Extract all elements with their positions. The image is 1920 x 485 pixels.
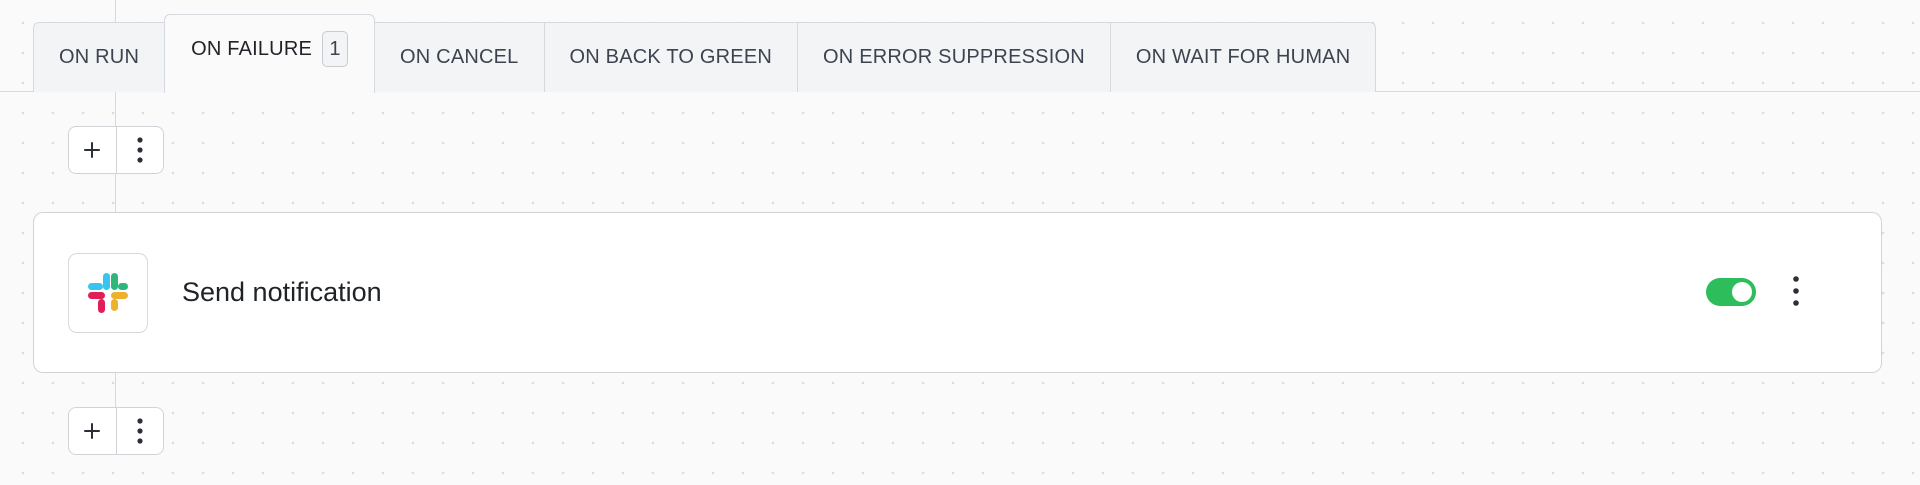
- plus-icon: [84, 142, 101, 158]
- vertical-dots-icon: [137, 418, 143, 444]
- tab-label: ON CANCEL: [400, 46, 519, 68]
- add-step-button[interactable]: [69, 127, 116, 173]
- tab-on-run[interactable]: ON RUN: [33, 22, 165, 92]
- enabled-toggle[interactable]: [1706, 278, 1756, 306]
- step-card[interactable]: Send notification: [33, 212, 1882, 373]
- tab-on-back-to-green[interactable]: ON BACK TO GREEN: [543, 22, 798, 92]
- slack-logo-icon: [88, 273, 128, 313]
- tab-label: ON ERROR SUPPRESSION: [823, 46, 1085, 68]
- add-step-button[interactable]: [69, 408, 116, 454]
- tab-on-cancel[interactable]: ON CANCEL: [375, 22, 544, 92]
- add-step-controls-top: [68, 126, 164, 174]
- add-step-controls-bottom: [68, 407, 164, 455]
- tab-label: ON WAIT FOR HUMAN: [1135, 46, 1351, 68]
- more-options-button[interactable]: [115, 408, 164, 454]
- step-title: Send notification: [182, 277, 382, 307]
- vertical-dots-icon: [1793, 276, 1799, 306]
- step-menu-button[interactable]: [1785, 271, 1807, 311]
- vertical-dots-icon: [137, 137, 143, 163]
- tab-on-error-suppression[interactable]: ON ERROR SUPPRESSION: [797, 22, 1110, 92]
- tab-label: ON BACK TO GREEN: [569, 46, 773, 68]
- integration-logo: [68, 253, 148, 333]
- tab-bar: ON RUN ON FAILURE 1 ON CANCEL ON BACK TO…: [33, 14, 1377, 93]
- more-options-button[interactable]: [115, 127, 164, 173]
- tab-label: ON RUN: [59, 46, 140, 68]
- tab-label: ON FAILURE: [191, 37, 313, 60]
- tab-on-wait-for-human[interactable]: ON WAIT FOR HUMAN: [1109, 22, 1377, 92]
- tab-on-failure[interactable]: ON FAILURE 1: [164, 14, 376, 93]
- count-badge: 1: [322, 31, 349, 67]
- toggle-knob: [1732, 282, 1752, 302]
- plus-icon: [84, 423, 101, 439]
